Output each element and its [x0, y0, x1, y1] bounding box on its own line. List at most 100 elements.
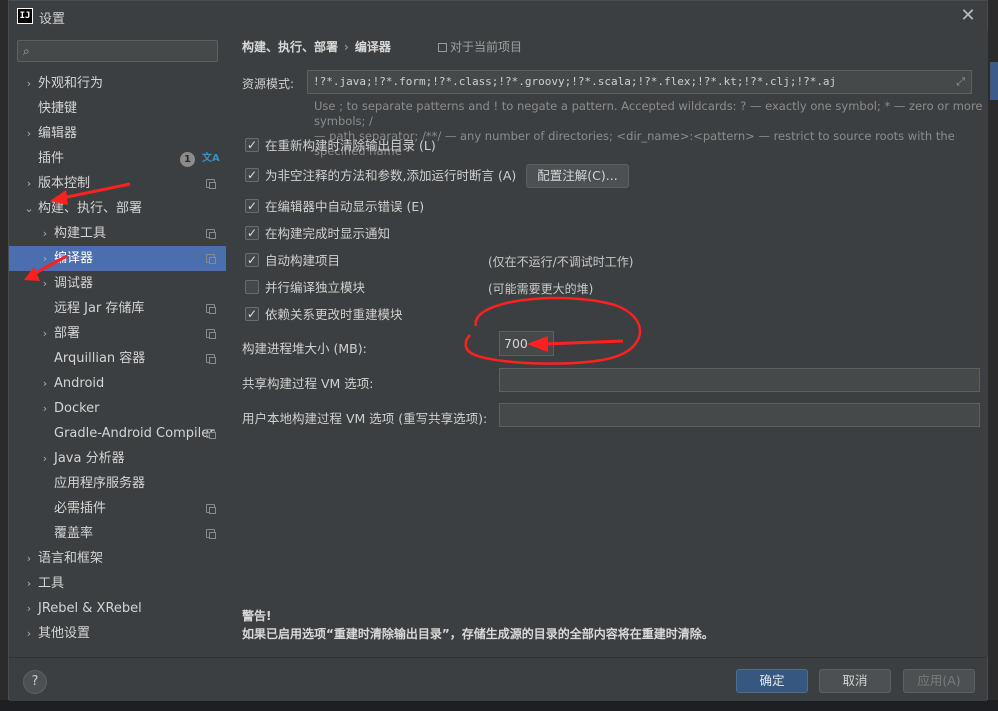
search-input[interactable]: ⌕ [17, 40, 218, 62]
sidebar-item-label: 工具 [38, 576, 65, 591]
checkbox-label: 并行编译独立模块 [265, 280, 366, 295]
compiler-settings-panel: 构建、执行、部署 › 编译器 对于当前项目 资源模式: !?*.java;!?*.f… [226, 31, 988, 657]
background-ide-bottom [0, 700, 998, 711]
sidebar-item[interactable]: › 版本控制 [9, 171, 226, 196]
chevron-right-icon[interactable]: › [23, 171, 35, 196]
checkbox-label: 在编辑器中自动显示错误 (E) [265, 199, 425, 214]
checkbox-label: 为非空注释的方法和参数,添加运行时断言 (A) [265, 168, 517, 183]
checkbox[interactable] [245, 251, 259, 269]
chevron-right-icon[interactable]: › [39, 221, 51, 246]
chevron-right-icon[interactable]: › [39, 321, 51, 346]
chevron-right-icon[interactable]: › [39, 271, 51, 296]
title-bar: IJ 设置 ✕ [9, 1, 987, 31]
sidebar-item-label: 编辑器 [38, 126, 78, 141]
user-vm-options-input[interactable] [499, 403, 980, 427]
sidebar-item-label: Gradle-Android Compiler [54, 426, 215, 441]
checkbox-row[interactable]: 自动构建项目 [245, 251, 341, 270]
chevron-right-icon[interactable]: › [23, 621, 35, 646]
dialog-footer: ? 确定 取消 应用(A) [9, 657, 987, 701]
chevron-right-icon[interactable]: › [39, 396, 51, 421]
chevron-right-icon[interactable]: › [23, 71, 35, 96]
sidebar-item-label: JRebel & XRebel [38, 601, 142, 616]
sidebar-item[interactable]: › Java 分析器 [9, 446, 226, 471]
sidebar-item[interactable]: › 调试器 [9, 271, 226, 296]
chevron-down-icon[interactable]: ⌄ [23, 196, 35, 221]
sidebar-item[interactable]: 应用程序服务器 [9, 471, 226, 496]
help-button[interactable]: ? [23, 670, 47, 694]
sidebar-item[interactable]: › 构建工具 [9, 221, 226, 246]
checkbox-row[interactable]: 在构建完成时显示通知 [245, 224, 390, 243]
project-scope-icon [206, 179, 216, 189]
checkbox[interactable] [245, 197, 259, 215]
search-icon: ⌕ [23, 44, 30, 58]
checkbox[interactable] [245, 280, 259, 294]
sidebar-item[interactable]: 快捷键 [9, 96, 226, 121]
sidebar-item[interactable]: Arquillian 容器 [9, 346, 226, 371]
sidebar-item-label: 远程 Jar 存储库 [54, 301, 145, 316]
sidebar-item[interactable]: › JRebel & XRebel [9, 596, 226, 621]
sidebar-item-label: 其他设置 [38, 626, 91, 641]
sidebar-item[interactable]: › Android [9, 371, 226, 396]
breadcrumb-parent[interactable]: 构建、执行、部署 [242, 40, 338, 54]
checkbox-row[interactable]: 并行编译独立模块 [245, 279, 365, 297]
checkbox[interactable] [245, 224, 259, 242]
checkbox[interactable] [245, 305, 259, 323]
sidebar-item-label: 编译器 [54, 251, 94, 266]
apply-button[interactable]: 应用(A) [903, 669, 975, 693]
chevron-right-icon[interactable]: › [23, 596, 35, 621]
shared-vm-options-label: 共享构建过程 VM 选项: [242, 376, 374, 391]
sidebar-item[interactable]: › Docker [9, 396, 226, 421]
checkbox-label: 自动构建项目 [265, 253, 341, 268]
settings-sidebar: ⌕ › 外观和行为 快捷键 › 编辑器 插件 1 文A › 版本控制 ⌄ 构建、执行、部署 › 构建工具 ›… [9, 31, 226, 657]
sidebar-item[interactable]: 插件 1 文A [9, 146, 226, 171]
checkbox-row[interactable]: 依赖关系更改时重建模块 [245, 305, 403, 324]
checkbox-row[interactable]: 在重新构建时清除输出目录 (L) [245, 136, 436, 155]
checkbox-row[interactable]: 为非空注释的方法和参数,添加运行时断言 (A) [245, 166, 517, 185]
sidebar-item[interactable]: Gradle-Android Compiler [9, 421, 226, 446]
chevron-right-icon[interactable]: › [39, 446, 51, 471]
checkbox[interactable] [245, 166, 259, 184]
chevron-right-icon[interactable]: › [23, 571, 35, 596]
sidebar-item[interactable]: › 语言和框架 [9, 546, 226, 571]
configure-annotations-button[interactable]: 配置注解(C)... [526, 164, 629, 188]
project-scope-icon [438, 43, 447, 52]
heap-size-input[interactable]: 700 [499, 331, 554, 356]
resource-patterns-field[interactable]: !?*.java;!?*.form;!?*.class;!?*.groovy;!… [307, 70, 972, 94]
sidebar-item[interactable]: › 其他设置 [9, 621, 226, 646]
ok-button[interactable]: 确定 [736, 669, 808, 693]
sidebar-item[interactable]: 必需插件 [9, 496, 226, 521]
resource-patterns-value: !?*.java;!?*.form;!?*.class;!?*.groovy;!… [313, 75, 837, 88]
sidebar-item[interactable]: › 工具 [9, 571, 226, 596]
sidebar-item-label: 快捷键 [38, 101, 78, 116]
sidebar-item-label: Android [54, 376, 105, 391]
project-scope-icon [206, 229, 216, 239]
settings-tree: › 外观和行为 快捷键 › 编辑器 插件 1 文A › 版本控制 ⌄ 构建、执行、部署 › 构建工具 › 编译… [9, 71, 226, 646]
shared-vm-options-input[interactable] [499, 368, 980, 392]
intellij-app-icon: IJ [17, 8, 33, 24]
project-scope-icon [206, 504, 216, 514]
sidebar-item-label: Arquillian 容器 [54, 351, 146, 366]
expand-icon[interactable]: ⤢ [956, 71, 965, 93]
sidebar-item-label: 调试器 [54, 276, 94, 291]
chevron-right-icon[interactable]: › [23, 121, 35, 146]
sidebar-item[interactable]: › 编译器 [9, 246, 226, 271]
sidebar-item[interactable]: 覆盖率 [9, 521, 226, 546]
checkbox-row[interactable]: 在编辑器中自动显示错误 (E) [245, 197, 425, 216]
sidebar-item-label: 语言和框架 [38, 551, 104, 566]
sidebar-item[interactable]: ⌄ 构建、执行、部署 [9, 196, 226, 221]
chevron-right-icon[interactable]: › [39, 246, 51, 271]
chevron-right-icon[interactable]: › [23, 546, 35, 571]
chevron-right-icon[interactable]: › [39, 371, 51, 396]
cancel-button[interactable]: 取消 [819, 669, 891, 693]
sidebar-item[interactable]: › 部署 [9, 321, 226, 346]
sidebar-item[interactable]: 远程 Jar 存储库 [9, 296, 226, 321]
window-title: 设置 [39, 12, 66, 27]
close-icon[interactable]: ✕ [957, 5, 979, 27]
sidebar-item[interactable]: › 外观和行为 [9, 71, 226, 96]
sidebar-item-label: 必需插件 [54, 501, 107, 516]
sidebar-item[interactable]: › 编辑器 [9, 121, 226, 146]
sidebar-item-label: 版本控制 [38, 176, 91, 191]
update-count-badge: 1 [180, 152, 195, 167]
checkbox[interactable] [245, 136, 259, 154]
sidebar-item-label: 覆盖率 [54, 526, 94, 541]
